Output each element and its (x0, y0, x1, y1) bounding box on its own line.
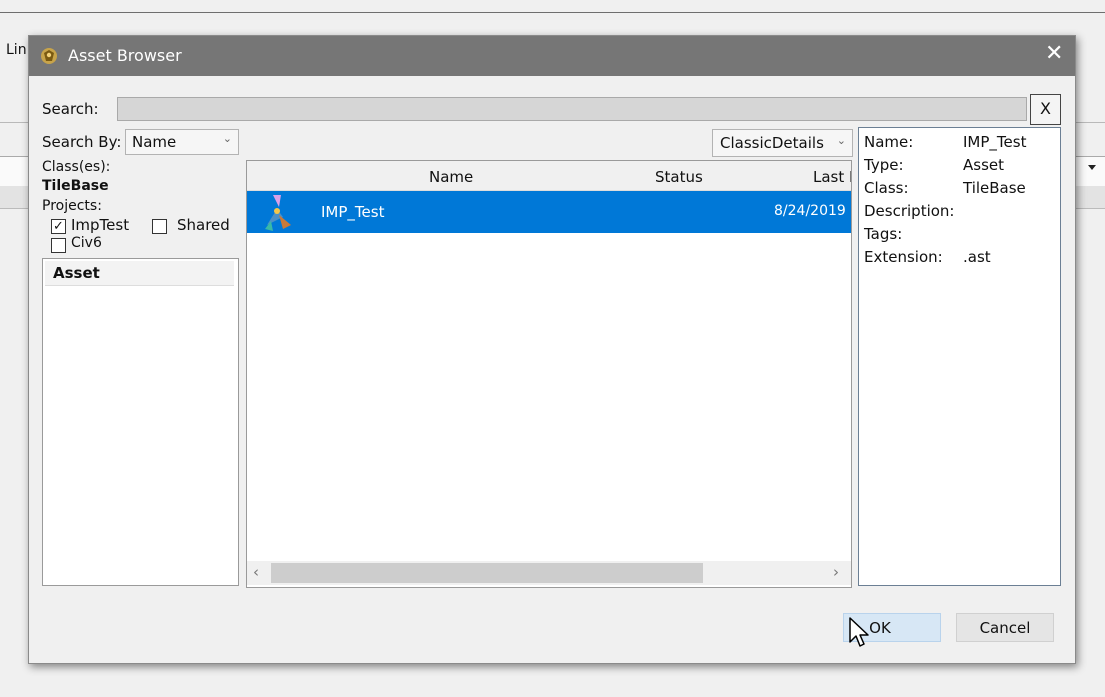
mouse-pointer-icon (849, 617, 869, 647)
search-label: Search: (42, 100, 99, 118)
chevron-down-icon: ⌄ (836, 134, 846, 147)
scrollbar-thumb[interactable] (271, 563, 703, 583)
detail-key-tags: Tags: (864, 225, 903, 243)
dialog-title: Asset Browser (68, 46, 182, 65)
asset-icon (265, 195, 291, 231)
detail-key-extension: Extension: (864, 248, 943, 266)
detail-value-type: Asset (963, 156, 1005, 174)
search-by-value: Name (132, 133, 177, 151)
view-mode-value: ClassicDetails (720, 134, 824, 152)
detail-key-type: Type: (864, 156, 904, 174)
projects-label: Projects: (42, 198, 102, 214)
view-mode-select[interactable]: ClassicDetails ⌄ (712, 129, 853, 157)
classes-value: TileBase (42, 178, 109, 194)
civ-app-icon (41, 48, 57, 64)
project-checkbox-shared[interactable] (152, 219, 167, 234)
column-header-last-modified[interactable]: Last M (813, 168, 851, 186)
cancel-button[interactable]: Cancel (956, 613, 1054, 642)
cancel-label: Cancel (979, 619, 1031, 637)
detail-value-class: TileBase (963, 179, 1026, 197)
title-bar[interactable]: Asset Browser ✕ (29, 36, 1075, 76)
table-row[interactable]: IMP_Test 8/24/2019 (247, 191, 851, 233)
results-list[interactable]: Name Status Last M IMP_Test 8/24/2019 ‹ … (246, 160, 852, 588)
row-date: 8/24/2019 (774, 203, 846, 219)
bg-top-border (0, 12, 1105, 13)
results-header: Name Status Last M (247, 161, 851, 191)
details-panel: Name: IMP_Test Type: Asset Class: TileBa… (858, 127, 1061, 586)
chevron-down-icon: ⌄ (222, 132, 232, 145)
search-clear-button[interactable]: X (1030, 94, 1061, 125)
search-by-select[interactable]: Name ⌄ (125, 129, 239, 155)
asset-browser-dialog: Asset Browser ✕ Search: X Search By: Nam… (28, 35, 1076, 664)
project-label-shared: Shared (177, 216, 230, 234)
close-icon[interactable]: ✕ (1045, 41, 1063, 66)
detail-value-name: IMP_Test (963, 133, 1027, 151)
asset-type-header[interactable]: Asset (53, 264, 100, 282)
project-label-imptest: ImpTest (71, 216, 130, 234)
scroll-left-icon[interactable]: ‹ (253, 563, 259, 581)
search-by-label: Search By: (42, 133, 122, 151)
asset-type-list[interactable]: Asset (42, 258, 239, 586)
scroll-right-icon[interactable]: › (833, 563, 839, 581)
detail-key-description: Description: (864, 202, 955, 220)
bg-clipped-label: Lin (6, 42, 27, 58)
ok-label: OK (869, 619, 891, 637)
project-label-civ6: Civ6 (71, 235, 102, 251)
classes-label: Class(es): (42, 159, 111, 175)
row-name: IMP_Test (321, 203, 385, 221)
bg-dropdown-arrow-icon[interactable] (1088, 165, 1096, 170)
project-checkbox-civ6[interactable] (51, 238, 66, 253)
detail-value-extension: .ast (963, 248, 991, 266)
horizontal-scrollbar[interactable]: ‹ › (247, 561, 851, 585)
column-header-status[interactable]: Status (655, 168, 703, 186)
detail-key-class: Class: (864, 179, 909, 197)
detail-key-name: Name: (864, 133, 914, 151)
project-checkbox-imptest[interactable]: ✓ (51, 219, 66, 234)
column-header-name[interactable]: Name (429, 168, 473, 186)
search-input[interactable] (117, 97, 1027, 121)
